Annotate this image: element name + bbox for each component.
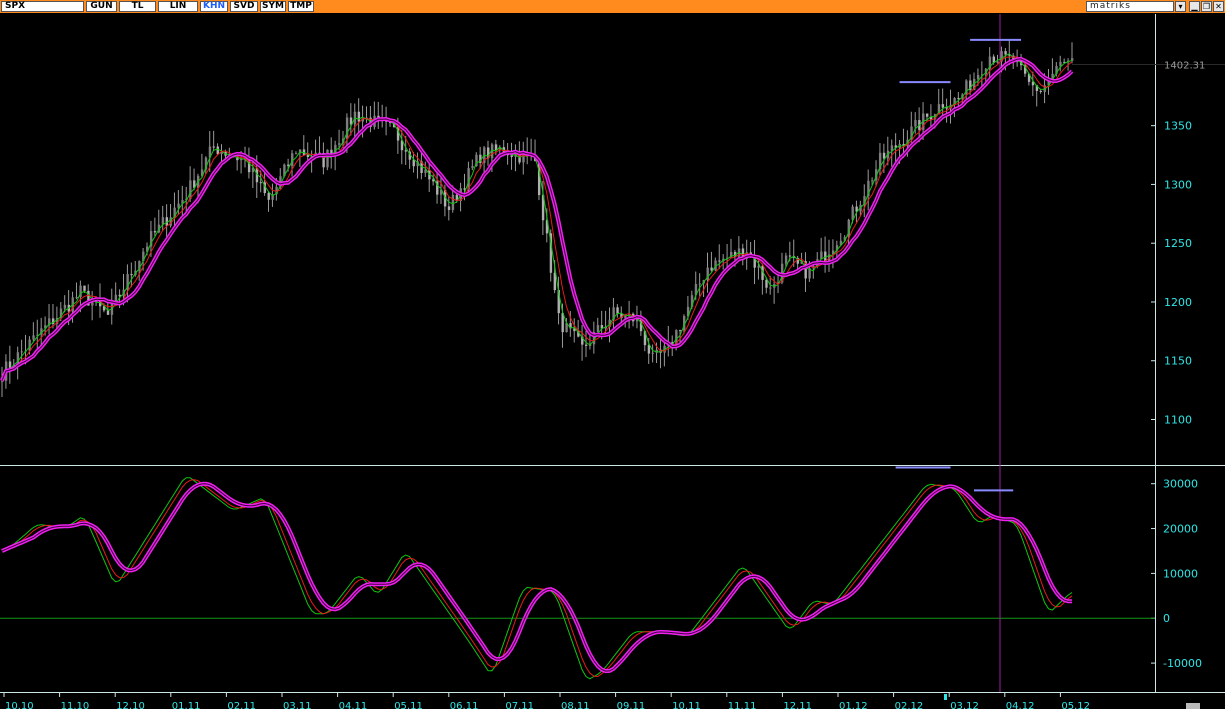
candle-body xyxy=(91,302,94,306)
osc-line xyxy=(1,479,1073,678)
candle-body xyxy=(8,361,12,368)
candle-body xyxy=(784,255,788,264)
candle-body xyxy=(471,166,474,169)
candle-body xyxy=(765,279,768,288)
osc-tick-label: 20000 xyxy=(1163,523,1198,536)
candle-body xyxy=(404,150,408,152)
candle-body xyxy=(945,107,948,109)
candle-body xyxy=(106,310,110,315)
candle-body xyxy=(447,206,451,211)
osc-tick-label: 10000 xyxy=(1163,567,1198,580)
osc-tick-label: 0 xyxy=(1163,612,1170,625)
candle-body xyxy=(130,274,133,276)
candle-body xyxy=(177,203,180,208)
candle-body xyxy=(1059,61,1062,67)
candle-body xyxy=(287,164,290,166)
date-tick-label: 02.11 xyxy=(227,701,256,709)
date-tick-label: 05.11 xyxy=(394,701,423,709)
candle-body xyxy=(494,144,498,151)
date-tick-label: 02.12 xyxy=(895,701,924,709)
osc-tick-label: -10000 xyxy=(1163,657,1202,670)
date-tick-label: 01.11 xyxy=(172,701,201,709)
candle-body xyxy=(32,335,35,340)
date-tick-label: 03.12 xyxy=(950,701,979,709)
last-value-label: 1402.31 xyxy=(1164,61,1205,72)
candle-body xyxy=(616,307,619,314)
price-tick-label: 1350 xyxy=(1164,120,1192,133)
price-tick-label: 1200 xyxy=(1164,296,1192,309)
candle-body xyxy=(294,153,298,155)
candle-body xyxy=(698,283,702,285)
date-tick-label: 07.11 xyxy=(505,701,534,709)
candle-body xyxy=(584,344,588,346)
candle-body xyxy=(788,255,792,257)
date-tick-label: 12.10 xyxy=(116,701,145,709)
candle-body xyxy=(357,111,361,122)
candle-body xyxy=(957,97,960,99)
candle-body xyxy=(769,287,772,289)
osc-tick-label: 30000 xyxy=(1163,478,1198,491)
scroll-handle xyxy=(1186,703,1200,709)
date-tick-label: 08.11 xyxy=(561,701,590,709)
price-and-oscillator-chart: 1100 1150 1200 1250 1300 1350 1402.31 -10000 0 10… xyxy=(0,14,1225,709)
candle-body xyxy=(941,104,945,108)
candle-body xyxy=(63,304,67,309)
date-tick-label: 10.11 xyxy=(672,701,701,709)
price-tick-label: 1150 xyxy=(1164,355,1192,368)
price-tick-label: 1250 xyxy=(1164,237,1192,250)
candles-group xyxy=(1,39,1074,397)
candle-body xyxy=(153,231,157,233)
date-tick-label: 10.10 xyxy=(5,701,34,709)
candle-body xyxy=(326,149,329,168)
candle-body xyxy=(412,159,415,167)
candle-body xyxy=(914,120,917,127)
candle-body xyxy=(75,296,78,298)
candle-body xyxy=(20,351,23,353)
candle-body xyxy=(976,74,980,79)
timeline-marker xyxy=(944,694,947,700)
candle-body xyxy=(679,330,682,332)
candle-body xyxy=(338,143,341,145)
candle-body xyxy=(83,285,86,291)
date-tick-label: 06.11 xyxy=(450,701,479,709)
candle-body xyxy=(925,113,929,117)
candle-body xyxy=(212,146,216,148)
candle-body xyxy=(216,146,219,155)
date-tick-label: 04.12 xyxy=(1006,701,1035,709)
candle-body xyxy=(996,61,999,63)
candle-body xyxy=(306,154,310,157)
date-tick-label: 04.11 xyxy=(339,701,368,709)
candle-body xyxy=(161,217,165,225)
candle-body xyxy=(267,192,270,200)
date-tick-label: 11.11 xyxy=(728,701,757,709)
candle-body xyxy=(189,180,192,199)
candle-body xyxy=(259,182,263,184)
candle-body xyxy=(824,251,827,261)
candle-body xyxy=(1039,90,1043,92)
date-tick-label: 11.10 xyxy=(61,701,90,709)
date-tick-label: 01.12 xyxy=(839,701,868,709)
candle-body xyxy=(651,352,655,354)
date-tick-label: 09.11 xyxy=(617,701,646,709)
date-tick-label: 12.11 xyxy=(783,701,812,709)
candle-body xyxy=(1004,51,1007,55)
price-tick-label: 1100 xyxy=(1164,414,1192,427)
price-tick-label: 1300 xyxy=(1164,178,1192,191)
candle-body xyxy=(647,345,651,354)
candle-body xyxy=(596,325,600,333)
candle-body xyxy=(451,194,455,211)
candle-body xyxy=(871,180,874,182)
date-tick-label: 03.11 xyxy=(283,701,312,709)
date-tick-label: 05.12 xyxy=(1061,701,1090,709)
candle-body xyxy=(718,260,721,262)
